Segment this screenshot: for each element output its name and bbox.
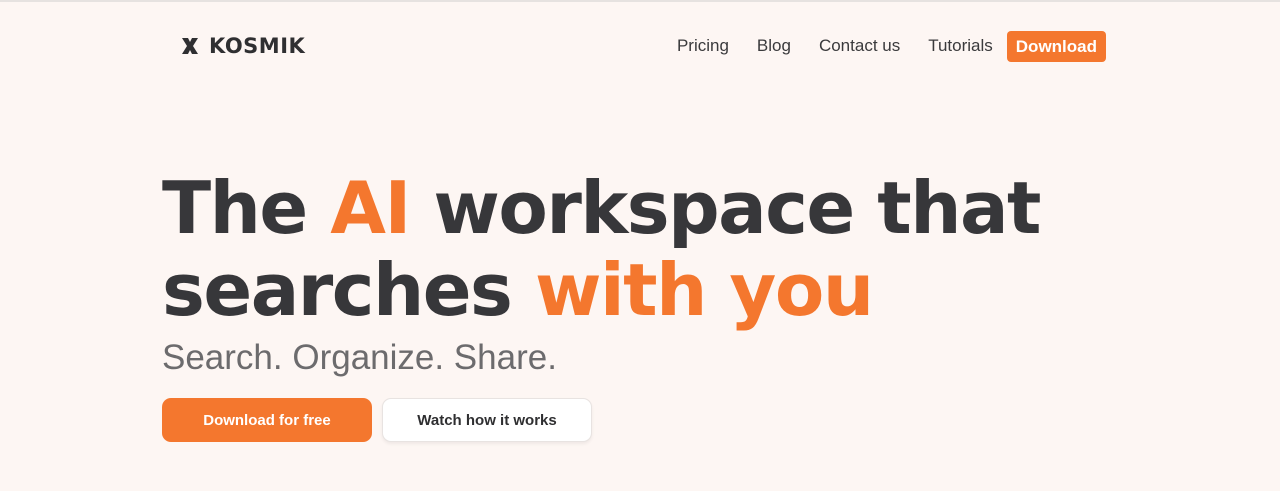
cta-row: Download for free Watch how it works [162,398,592,442]
headline-line-1: The AI workspace that [162,167,1162,249]
nav-links: Pricing Blog Contact us Tutorials Downlo… [677,30,1106,62]
top-nav: KOSMIK Pricing Blog Contact us Tutorials… [0,30,1280,62]
download-for-free-button[interactable]: Download for free [162,398,372,442]
top-border [0,0,1280,2]
nav-download-button[interactable]: Download [1006,30,1106,62]
nav-link-blog[interactable]: Blog [757,30,791,62]
brand-logo[interactable]: KOSMIK [179,34,305,58]
nav-link-pricing[interactable]: Pricing [677,30,729,62]
headline-text-workspace: workspace that [409,166,1041,250]
hero-section: The AI workspace that searches with you … [162,167,1162,442]
watch-how-it-works-button[interactable]: Watch how it works [382,398,592,442]
hero-headline: The AI workspace that searches with you [162,167,1162,331]
nav-link-contact[interactable]: Contact us [819,30,900,62]
brand-name: KOSMIK [209,34,306,58]
kosmik-x-logo-icon [182,38,198,54]
headline-accent-ai: AI [330,166,411,250]
headline-accent-with-you: with you [534,248,874,332]
hero-subheadline: Search. Organize. Share. [162,338,557,377]
headline-text-the: The [162,166,331,250]
headline-text-searches: searches [162,248,535,332]
headline-line-2: searches with you [162,249,1162,331]
nav-link-tutorials[interactable]: Tutorials [928,30,993,62]
